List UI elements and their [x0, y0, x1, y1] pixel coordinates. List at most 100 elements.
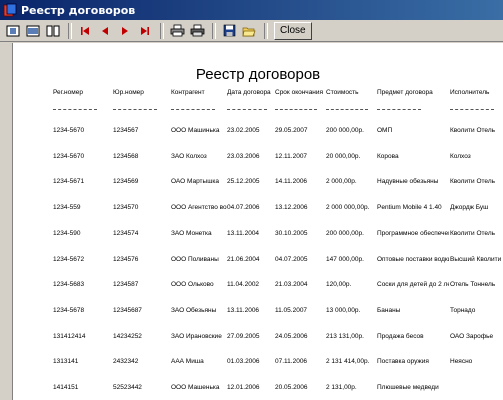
save-icon[interactable]	[220, 23, 238, 39]
table-cell: 1234-5678	[53, 306, 85, 314]
toolbar-separator	[160, 22, 164, 39]
column-header-underline	[275, 109, 317, 110]
table-cell: Джордж Буш	[450, 204, 489, 212]
table-cell: 147 000,00р.	[326, 255, 364, 263]
toolbar-separator	[212, 22, 216, 39]
table-cell: 1234-5672	[53, 255, 85, 263]
column-header: Юр.номер	[113, 89, 144, 96]
table-cell: 1234-5683	[53, 281, 85, 289]
column-header-underline	[53, 109, 97, 110]
open-folder-icon[interactable]	[240, 23, 258, 39]
table-cell: ЗАО Колхоз	[171, 152, 207, 160]
table-cell: 12345687	[113, 306, 142, 314]
table-cell: Кволити Отель	[450, 127, 496, 134]
column-header: Дата договора	[227, 89, 271, 96]
table-cell: 1234576	[113, 255, 139, 263]
table-cell: 1234587	[113, 281, 139, 289]
column-header: Исполнитель	[450, 89, 490, 96]
report-title: Реестр договоров	[195, 66, 321, 83]
table-cell: Соски для детей до 2 лет	[377, 281, 449, 289]
first-page-icon[interactable]	[76, 23, 94, 39]
table-cell: 12.11.2007	[275, 152, 308, 160]
table-cell: ОАО Мартышка	[171, 178, 220, 186]
column-header: Предмет договора	[377, 89, 433, 96]
toolbar-separator	[68, 22, 72, 39]
table-cell: ОМП	[377, 127, 393, 134]
window-title: Реестр договоров	[21, 3, 136, 17]
column-header-underline	[450, 109, 494, 110]
table-cell: Надувные обезьяны	[377, 178, 439, 186]
table-cell: 23.02.2005	[227, 127, 260, 134]
two-page-view-button[interactable]	[44, 23, 62, 39]
table-cell: Плюшевые медведи	[377, 384, 439, 391]
table-cell: 1234567	[113, 127, 139, 134]
table-cell: 11.04.2002	[227, 281, 260, 289]
table-cell: Отель Тоннель	[450, 281, 496, 289]
column-header: Рег.номер	[53, 89, 83, 96]
column-header: Срок окончания	[275, 89, 324, 96]
close-button[interactable]: Close	[274, 21, 312, 40]
table-cell: Продажа бесов	[377, 332, 424, 340]
table-cell: 1234570	[113, 204, 139, 212]
table-cell: 30.10.2005	[275, 229, 308, 237]
table-cell: ООО Машенька	[171, 384, 220, 391]
table-cell: 27.09.2005	[227, 332, 260, 340]
table-cell: 213 131,00р.	[326, 332, 364, 340]
print-setup-icon[interactable]	[188, 23, 206, 39]
table-cell: 20.05.2006	[275, 384, 308, 391]
last-page-icon[interactable]	[136, 23, 154, 39]
table-cell: Бананы	[377, 306, 401, 314]
table-cell: Оптовые поставки водки	[377, 255, 449, 263]
table-cell: ООО Поливаны	[171, 255, 219, 263]
table-cell: 2 131 414,00р.	[326, 358, 370, 366]
table-cell: 2 131,00р.	[326, 384, 357, 391]
table-cell: 07.11.2006	[275, 358, 308, 366]
table-cell: 2432342	[113, 358, 139, 366]
column-header-underline	[377, 109, 421, 110]
table-cell: Неясно	[450, 358, 473, 366]
column-header-underline	[326, 109, 368, 110]
table-cell: 1234-559	[53, 204, 81, 212]
table-cell: 12.01.2006	[227, 384, 260, 391]
table-cell: 13 000,00р.	[326, 306, 361, 314]
table-cell: Торнадо	[450, 306, 476, 314]
table-cell: ЗАО Монетка	[171, 229, 212, 237]
table-cell: 14234252	[113, 332, 142, 340]
page-width-view-button[interactable]	[24, 23, 42, 39]
table-cell: 21.03.2004	[275, 281, 308, 289]
table-cell: 14.11.2006	[275, 178, 308, 186]
table-cell: ООО Машинька	[171, 127, 220, 134]
table-cell: 04.07.2006	[227, 204, 260, 212]
column-header-underline	[113, 109, 157, 110]
table-cell: 13.11.2006	[227, 306, 260, 314]
one-page-view-button[interactable]	[4, 23, 22, 39]
column-header-underline	[171, 109, 215, 110]
table-cell: 120,00р.	[326, 281, 352, 289]
toolbar: Close	[0, 20, 503, 42]
table-cell: ОАО Зарофье	[450, 332, 494, 340]
table-cell: Колхоз	[450, 152, 471, 160]
printer-icon[interactable]	[168, 23, 186, 39]
table-cell: 1234-590	[53, 229, 81, 237]
table-cell: Кволити Отель	[450, 178, 496, 186]
table-cell: ООО Агентство во	[171, 204, 227, 212]
table-cell: 25.12.2005	[227, 178, 260, 186]
table-cell: ЗАО Обезьяны	[171, 306, 217, 314]
report-page[interactable]: Реестр договоров Рег.номер Юр.номер Контра…	[13, 43, 503, 400]
title-bar: Реестр договоров	[0, 0, 503, 20]
table-cell: ООО Ольково	[171, 281, 214, 289]
table-cell: 04.07.2005	[275, 255, 308, 263]
table-cell: 131412414	[53, 332, 86, 340]
table-cell: 11.05.2007	[275, 306, 308, 314]
table-cell: 13.12.2006	[275, 204, 308, 212]
previous-page-icon[interactable]	[96, 23, 114, 39]
table-cell: ЗАО Ирановские	[171, 332, 222, 340]
table-cell: 1234568	[113, 152, 139, 160]
table-cell: 1234-5671	[53, 178, 85, 186]
table-cell: 52523442	[113, 384, 142, 391]
column-header: Контрагент	[171, 89, 205, 96]
table-cell: Поставка оружия	[377, 358, 429, 366]
app-icon	[3, 3, 17, 17]
table-cell: 1234-5670	[53, 127, 85, 134]
next-page-icon[interactable]	[116, 23, 134, 39]
